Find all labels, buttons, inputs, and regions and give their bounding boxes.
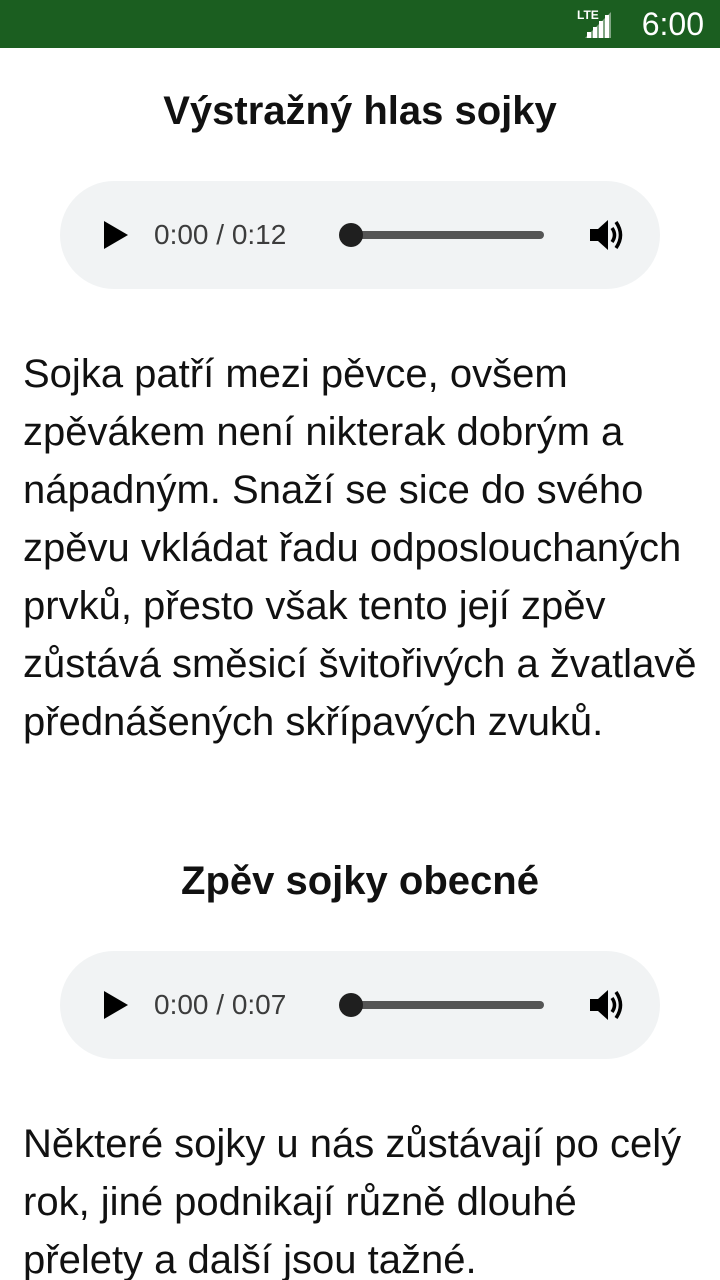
audio-progress-track[interactable] (350, 1001, 544, 1009)
audio-progress-track[interactable] (350, 231, 544, 239)
audio-player-warning-call[interactable]: 0:00 / 0:12 (60, 181, 660, 289)
section-title-warning-call: Výstražný hlas sojky (163, 89, 557, 133)
play-icon[interactable] (96, 987, 132, 1023)
audio-time-readout: 0:00 / 0:12 (154, 219, 287, 250)
volume-icon[interactable] (586, 985, 626, 1025)
section-title-song: Zpěv sojky obecné (181, 859, 539, 903)
signal-icon (585, 12, 611, 38)
status-clock: 6:00 (641, 6, 704, 42)
article-content: Výstražný hlas sojky 0:00 / 0:12 Sojka p… (0, 48, 720, 1280)
audio-progress-thumb[interactable] (339, 993, 363, 1017)
paragraph-migration: Některé sojky u nás zůstávají po celý ro… (23, 1122, 682, 1280)
volume-icon[interactable] (586, 215, 626, 255)
paragraph-song-description: Sojka patří mezi pěvce, ovšem zpěvákem n… (23, 352, 697, 744)
status-bar: LTE 6:00 (0, 0, 720, 48)
audio-player-song[interactable]: 0:00 / 0:07 (60, 951, 660, 1059)
play-icon[interactable] (96, 217, 132, 253)
audio-time-readout: 0:00 / 0:07 (154, 989, 287, 1020)
audio-progress-thumb[interactable] (339, 223, 363, 247)
